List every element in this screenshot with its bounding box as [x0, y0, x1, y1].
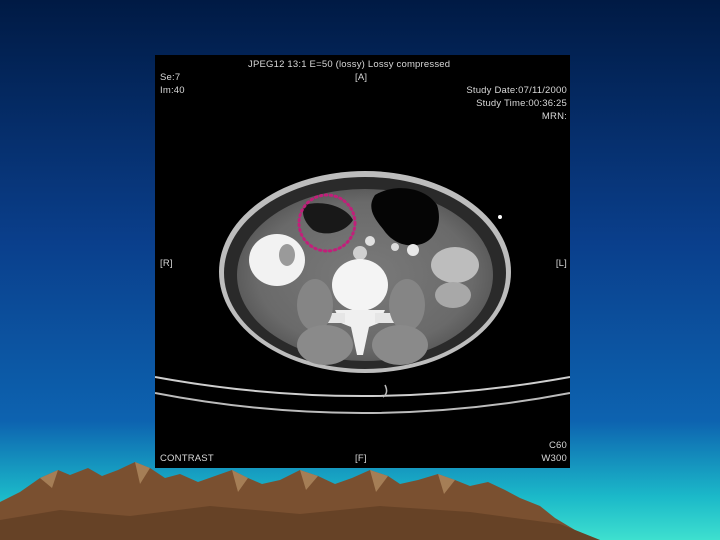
dicom-header: JPEG12 13:1 E=50 (lossy) Lossy compresse…	[248, 59, 451, 70]
series-number: Se:7	[160, 72, 181, 83]
orientation-right: [L]	[555, 258, 567, 269]
mountain-range-graphic	[0, 462, 600, 540]
mrn-label: MRN:	[541, 111, 567, 122]
study-date: Study Date:07/11/2000	[466, 85, 567, 96]
ct-scan-image: JPEG12 13:1 E=50 (lossy) Lossy compresse…	[155, 55, 570, 468]
image-number: Im:40	[160, 85, 185, 96]
annotation-dotted-circle	[297, 193, 357, 253]
orientation-left: [R]	[160, 258, 173, 269]
orientation-top: [A]	[355, 72, 368, 83]
study-time: Study Time:00:36:25	[476, 98, 567, 109]
